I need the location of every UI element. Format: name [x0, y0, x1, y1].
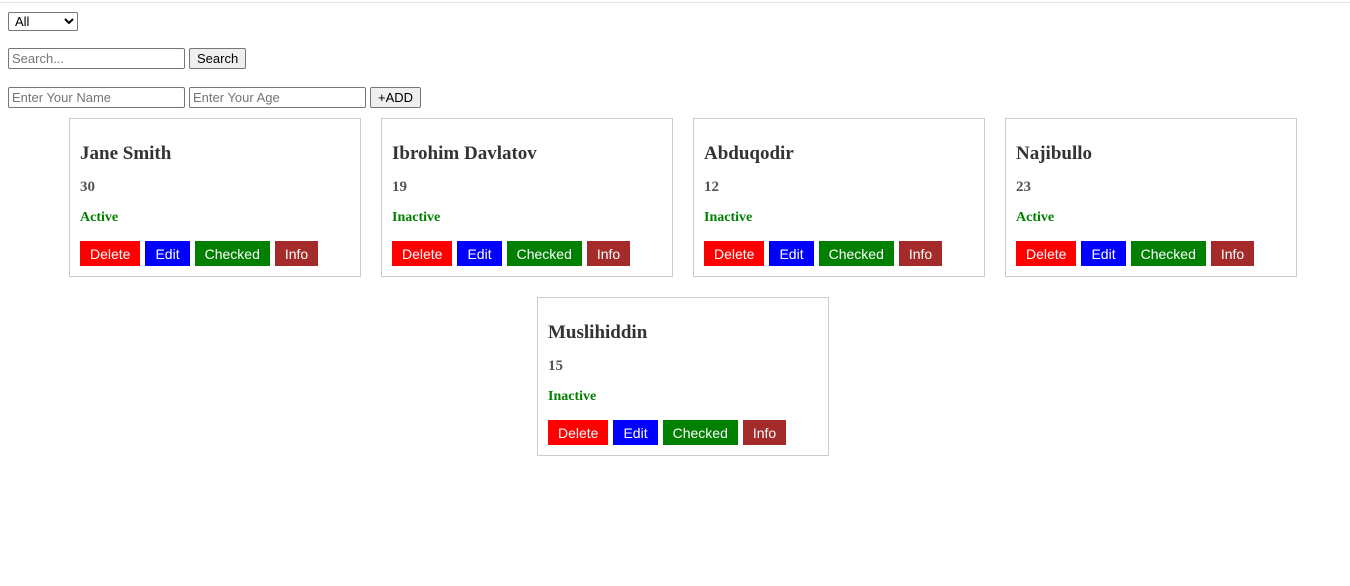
person-age: 30 [80, 179, 95, 195]
person-status: Inactive [548, 389, 597, 404]
person-age: 15 [548, 358, 563, 374]
person-status: Inactive [392, 210, 441, 225]
card-actions: Delete Edit Checked Info [80, 241, 319, 266]
person-status: Active [1016, 210, 1055, 225]
person-card: Jane Smith 30 Active Delete Edit Checked… [69, 118, 361, 277]
edit-button[interactable]: Edit [1081, 241, 1126, 266]
edit-button[interactable]: Edit [145, 241, 190, 266]
info-button[interactable]: Info [274, 241, 319, 266]
person-card: Abduqodir 12 Inactive Delete Edit Checke… [693, 118, 985, 277]
delete-button[interactable]: Delete [1016, 241, 1077, 266]
age-input[interactable] [189, 87, 366, 108]
checked-button[interactable]: Checked [1130, 241, 1206, 266]
checked-button[interactable]: Checked [662, 420, 738, 445]
person-name: Jane Smith [80, 143, 172, 164]
add-button[interactable]: +ADD [370, 87, 422, 108]
checked-button[interactable]: Checked [194, 241, 270, 266]
delete-button[interactable]: Delete [392, 241, 453, 266]
person-status: Active [80, 210, 119, 225]
person-age: 23 [1016, 179, 1031, 195]
delete-button[interactable]: Delete [80, 241, 141, 266]
search-bar: Search [8, 48, 247, 69]
person-card: Muslihiddin 15 Inactive Delete Edit Chec… [537, 297, 829, 456]
name-input[interactable] [8, 87, 185, 108]
edit-button[interactable]: Edit [457, 241, 502, 266]
status-filter-select[interactable]: All [8, 12, 78, 31]
person-name: Muslihiddin [548, 322, 648, 343]
card-actions: Delete Edit Checked Info [704, 241, 943, 266]
person-name: Abduqodir [704, 143, 794, 164]
person-name: Ibrohim Davlatov [392, 143, 537, 164]
card-actions: Delete Edit Checked Info [1016, 241, 1255, 266]
person-name: Najibullo [1016, 143, 1093, 164]
edit-button[interactable]: Edit [613, 420, 658, 445]
person-age: 12 [704, 179, 719, 195]
card-actions: Delete Edit Checked Info [548, 420, 787, 445]
edit-button[interactable]: Edit [769, 241, 814, 266]
checked-button[interactable]: Checked [818, 241, 894, 266]
info-button[interactable]: Info [586, 241, 631, 266]
delete-button[interactable]: Delete [548, 420, 609, 445]
info-button[interactable]: Info [898, 241, 943, 266]
card-actions: Delete Edit Checked Info [392, 241, 631, 266]
person-cards-grid: Jane Smith 30 Active Delete Edit Checked… [69, 118, 1297, 456]
person-age: 19 [392, 179, 407, 195]
top-divider [0, 2, 1350, 3]
info-button[interactable]: Info [1210, 241, 1255, 266]
person-status: Inactive [704, 210, 753, 225]
delete-button[interactable]: Delete [704, 241, 765, 266]
search-button[interactable]: Search [189, 48, 247, 69]
search-input[interactable] [8, 48, 185, 69]
person-card: Ibrohim Davlatov 19 Inactive Delete Edit… [381, 118, 673, 277]
checked-button[interactable]: Checked [506, 241, 582, 266]
person-card: Najibullo 23 Active Delete Edit Checked … [1005, 118, 1297, 277]
add-person-form: +ADD [8, 87, 422, 108]
info-button[interactable]: Info [742, 420, 787, 445]
